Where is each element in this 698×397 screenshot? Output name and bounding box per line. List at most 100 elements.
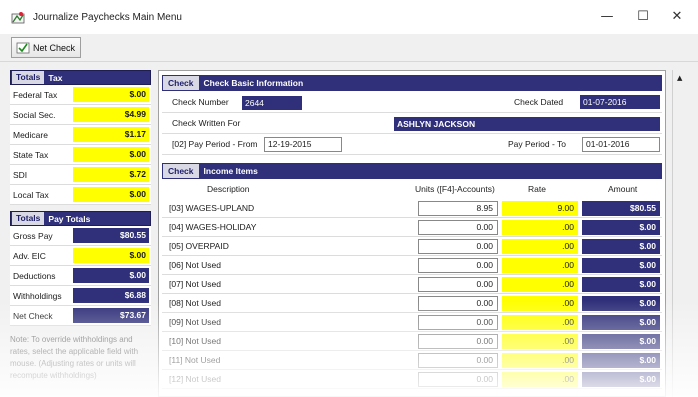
pay-period-row: [02] Pay Period - From 12-19-2015 Pay Pe… xyxy=(162,135,662,155)
income-column-headers: Description Units ([F4]-Accounts) Rate A… xyxy=(162,184,662,198)
tax-value-field[interactable]: $.72 xyxy=(73,167,149,182)
window-title: Journalize Paychecks Main Menu xyxy=(33,12,182,23)
income-row: [08] Not Used 0.00 .00 $.00 xyxy=(162,294,662,313)
pay-value-field[interactable]: $.00 xyxy=(73,248,149,263)
tax-totals-tab[interactable]: Totals xyxy=(12,71,45,84)
income-units-input[interactable]: 0.00 xyxy=(418,372,498,387)
income-rate-field[interactable]: .00 xyxy=(502,315,578,330)
income-rate-field[interactable]: 9.00 xyxy=(502,201,578,216)
income-amount: $.00 xyxy=(582,315,660,330)
tax-label: State Tax xyxy=(13,149,49,160)
income-row: [07] Not Used 0.00 .00 $.00 xyxy=(162,275,662,294)
income-units-input[interactable]: 0.00 xyxy=(418,296,498,311)
col-units: Units ([F4]-Accounts) xyxy=(415,184,495,194)
income-rate-field[interactable]: .00 xyxy=(502,277,578,292)
tax-label: Social Sec. xyxy=(13,109,56,120)
income-units-input[interactable]: 0.00 xyxy=(418,239,498,254)
tax-label: Local Tax xyxy=(13,189,49,200)
pay-totals-header: Totals Pay Totals xyxy=(10,211,151,226)
app-icon xyxy=(11,12,25,24)
income-description: [09] Not Used xyxy=(169,317,221,327)
tax-label: Federal Tax xyxy=(13,89,58,100)
check-info-tab[interactable]: Check xyxy=(163,76,199,90)
income-rate-field[interactable]: .00 xyxy=(502,353,578,368)
income-units-input[interactable]: 0.00 xyxy=(418,315,498,330)
tax-row-social-sec: Social Sec. $4.99 xyxy=(10,105,151,125)
income-rate-field[interactable]: .00 xyxy=(502,220,578,235)
income-amount: $.00 xyxy=(582,258,660,273)
main-area: Totals Tax Federal Tax $.00 Social Sec. … xyxy=(0,62,698,397)
income-units-input[interactable]: 0.00 xyxy=(418,220,498,235)
income-units-input[interactable]: 0.00 xyxy=(418,334,498,349)
col-amount: Amount xyxy=(608,184,638,194)
income-description: [10] Not Used xyxy=(169,336,221,346)
pay-to-label: Pay Period - To xyxy=(508,139,566,149)
income-rate-field[interactable]: .00 xyxy=(502,372,578,387)
income-units-input[interactable]: 0.00 xyxy=(418,258,498,273)
income-row: [03] WAGES-UPLAND 8.95 9.00 $80.55 xyxy=(162,199,662,218)
income-row: [11] Not Used 0.00 .00 $.00 xyxy=(162,351,662,370)
pay-from-input[interactable]: 12-19-2015 xyxy=(264,137,342,152)
income-rate-field[interactable]: .00 xyxy=(502,239,578,254)
title-bar: Journalize Paychecks Main Menu — ☐ ✕ xyxy=(0,0,698,34)
written-for-value: ASHLYN JACKSON xyxy=(394,117,660,131)
check-dated-label: Check Dated xyxy=(514,97,564,107)
pay-label: Withholdings xyxy=(13,290,62,301)
income-amount: $.00 xyxy=(582,277,660,292)
income-units-input[interactable]: 0.00 xyxy=(418,353,498,368)
income-row: [12] Not Used 0.00 .00 $.00 xyxy=(162,370,662,389)
col-rate: Rate xyxy=(528,184,546,194)
tax-row-medicare: Medicare $1.17 xyxy=(10,125,151,145)
income-items-header: Check Income Items xyxy=(162,163,662,179)
income-row: [06] Not Used 0.00 .00 $.00 xyxy=(162,256,662,275)
pay-to-input[interactable]: 01-01-2016 xyxy=(582,137,660,152)
pay-label: Adv. EIC xyxy=(13,250,46,261)
maximize-button[interactable]: ☐ xyxy=(630,8,656,26)
income-row: [10] Not Used 0.00 .00 $.00 xyxy=(162,332,662,351)
income-units-input[interactable]: 0.00 xyxy=(418,277,498,292)
income-items-title: Income Items xyxy=(203,166,258,176)
scroll-up-icon[interactable]: ▲ xyxy=(677,74,682,82)
income-amount: $.00 xyxy=(582,334,660,349)
income-description: [08] Not Used xyxy=(169,298,221,308)
check-dated-value: 01-07-2016 xyxy=(580,95,660,109)
pay-value: $.00 xyxy=(73,268,149,283)
pay-totals-title: Pay Totals xyxy=(48,213,91,224)
income-row: [05] OVERPAID 0.00 .00 $.00 xyxy=(162,237,662,256)
tax-value-field[interactable]: $1.17 xyxy=(73,127,149,142)
net-check-button[interactable]: Net Check xyxy=(11,37,81,58)
income-row: [09] Not Used 0.00 .00 $.00 xyxy=(162,313,662,332)
vertical-scrollbar[interactable]: ▲ xyxy=(672,70,688,397)
income-amount: $.00 xyxy=(582,239,660,254)
totals-sidebar: Totals Tax Federal Tax $.00 Social Sec. … xyxy=(10,70,151,382)
pay-totals-tab[interactable]: Totals xyxy=(12,212,45,225)
pay-label: Gross Pay xyxy=(13,230,53,241)
income-rate-field[interactable]: .00 xyxy=(502,296,578,311)
income-description: [04] WAGES-HOLIDAY xyxy=(169,222,257,232)
income-rate-field[interactable]: .00 xyxy=(502,258,578,273)
tax-value-field[interactable]: $.00 xyxy=(73,87,149,102)
pay-label: Deductions xyxy=(13,270,56,281)
pay-row-withholdings: Withholdings $6.88 xyxy=(10,286,151,306)
tax-value-field[interactable]: $4.99 xyxy=(73,107,149,122)
tax-row-state: State Tax $.00 xyxy=(10,145,151,165)
income-items-tab[interactable]: Check xyxy=(163,164,199,178)
tax-value-field[interactable]: $.00 xyxy=(73,147,149,162)
pay-from-label: [02] Pay Period - From xyxy=(172,139,258,149)
tax-label: Medicare xyxy=(13,129,48,140)
pay-value: $80.55 xyxy=(73,228,149,243)
tax-totals-title: Tax xyxy=(48,72,63,83)
income-description: [11] Not Used xyxy=(169,355,221,365)
income-units-input[interactable]: 8.95 xyxy=(418,201,498,216)
pay-row-adv-eic: Adv. EIC $.00 xyxy=(10,246,151,266)
income-description: [05] OVERPAID xyxy=(169,241,229,251)
toolbar: Net Check xyxy=(0,34,698,62)
pay-row-deductions: Deductions $.00 xyxy=(10,266,151,286)
close-button[interactable]: ✕ xyxy=(664,8,690,26)
check-panel: Check Check Basic Information Check Numb… xyxy=(158,70,666,397)
minimize-button[interactable]: — xyxy=(594,8,620,26)
check-number-label: Check Number xyxy=(172,97,229,107)
tax-value-field[interactable]: $.00 xyxy=(73,187,149,202)
written-for-row: Check Written For ASHLYN JACKSON xyxy=(162,114,662,134)
income-rate-field[interactable]: .00 xyxy=(502,334,578,349)
